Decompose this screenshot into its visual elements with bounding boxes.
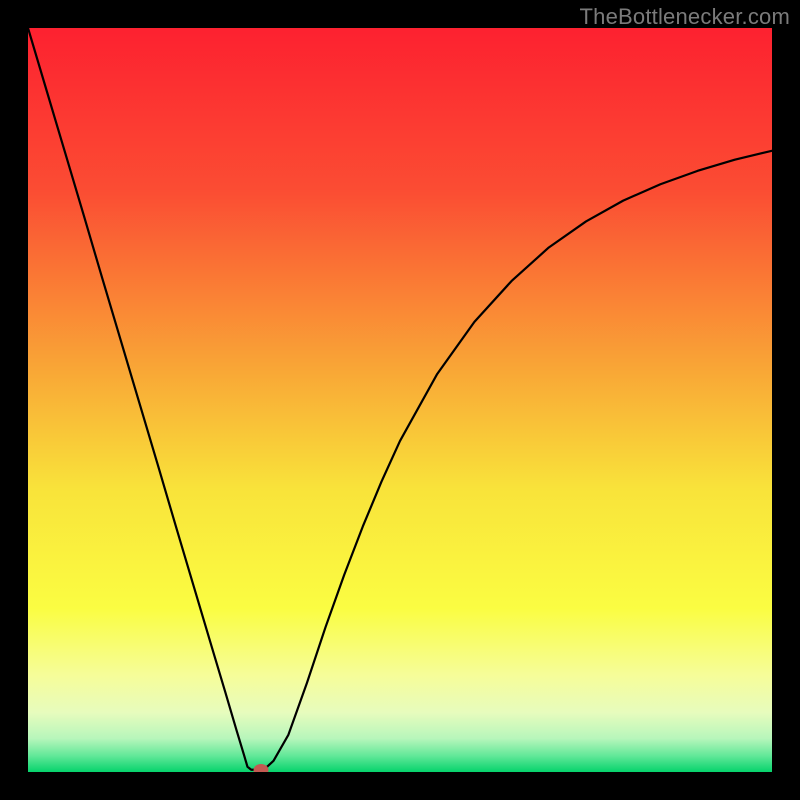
background-gradient	[28, 28, 772, 772]
chart-frame: TheBottlenecker.com	[0, 0, 800, 800]
watermark-text: TheBottlenecker.com	[580, 4, 790, 30]
plot-area	[28, 28, 772, 772]
optimum-marker	[253, 764, 268, 772]
